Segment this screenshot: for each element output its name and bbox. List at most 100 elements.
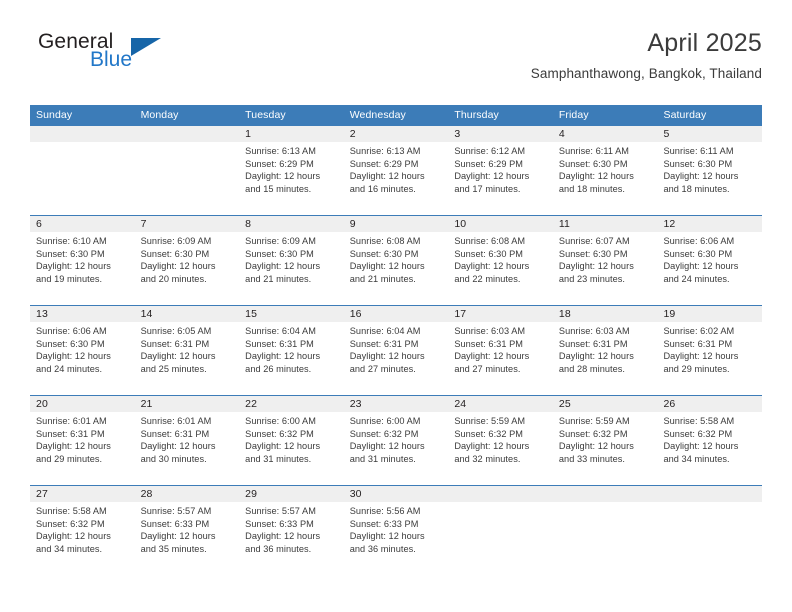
day-cell-21[interactable]: 21 Sunrise: 6:01 AM Sunset: 6:31 PM Dayligh… [134, 396, 240, 485]
day-detail-line: Sunrise: 6:04 AM [245, 326, 316, 336]
day-number [448, 486, 553, 502]
day-cell-23[interactable]: 23 Sunrise: 6:00 AM Sunset: 6:32 PM Dayligh… [343, 396, 449, 485]
day-cell-12[interactable]: 12 Sunrise: 6:06 AM Sunset: 6:30 PM Dayligh… [657, 216, 763, 305]
day-detail-line: Sunset: 6:33 PM [349, 518, 419, 529]
day-detail-line: Sunset: 6:32 PM [558, 428, 628, 439]
day-details: Sunrise: 6:08 AM Sunset: 6:30 PM Daylight:… [448, 232, 553, 285]
day-detail-line: Sunrise: 6:03 AM [454, 326, 526, 336]
day-detail-line: Sunset: 6:32 PM [663, 428, 733, 439]
day-cell-28[interactable]: 28 Sunrise: 5:57 AM Sunset: 6:33 PM Dayligh… [134, 486, 240, 575]
day-detail-line: Sunrise: 6:01 AM [36, 416, 107, 426]
day-detail-line: Sunset: 6:31 PM [245, 338, 314, 349]
day-cell-15[interactable]: 15 Sunrise: 6:04 AM Sunset: 6:31 PM Dayligh… [239, 306, 344, 395]
day-detail-line: Sunrise: 5:57 AM [140, 506, 212, 516]
day-detail-line: Sunrise: 6:06 AM [663, 236, 735, 246]
day-number: 6 [30, 216, 135, 232]
day-cell-8[interactable]: 8 Sunrise: 6:09 AM Sunset: 6:30 PM Daylight… [239, 216, 344, 305]
day-detail-line: Sunrise: 6:05 AM [140, 326, 212, 336]
day-cell-1[interactable]: 1 Sunrise: 6:13 AM Sunset: 6:29 PM Daylight… [239, 126, 344, 215]
day-details: Sunrise: 6:03 AM Sunset: 6:31 PM Daylight:… [553, 322, 658, 375]
day-cell-2[interactable]: 2 Sunrise: 6:13 AM Sunset: 6:29 PM Daylight… [343, 126, 449, 215]
day-detail-line: and 36 minutes. [349, 543, 416, 554]
calendar-weeks: 1 Sunrise: 6:13 AM Sunset: 6:29 PM Daylight… [30, 126, 763, 575]
day-detail-line: and 31 minutes. [245, 453, 312, 464]
day-details: Sunrise: 5:57 AM Sunset: 6:33 PM Daylight:… [135, 502, 240, 555]
day-detail-line: Sunset: 6:32 PM [349, 428, 419, 439]
brand-logo[interactable]: General Blue [30, 30, 230, 88]
day-details: Sunrise: 6:08 AM Sunset: 6:30 PM Daylight:… [344, 232, 449, 285]
day-cell-9[interactable]: 9 Sunrise: 6:08 AM Sunset: 6:30 PM Daylight… [343, 216, 449, 305]
day-detail-line: Sunrise: 5:56 AM [349, 506, 421, 516]
day-detail-line: and 36 minutes. [245, 543, 312, 554]
day-cell-6[interactable]: 6 Sunrise: 6:10 AM Sunset: 6:30 PM Daylight… [30, 216, 135, 305]
day-detail-line: and 27 minutes. [454, 363, 521, 374]
day-detail-line: Sunrise: 6:09 AM [140, 236, 212, 246]
day-detail-line: and 15 minutes. [245, 183, 312, 194]
day-cell-5[interactable]: 5 Sunrise: 6:11 AM Sunset: 6:30 PM Daylight… [657, 126, 763, 215]
day-cell-3[interactable]: 3 Sunrise: 6:12 AM Sunset: 6:29 PM Daylight… [448, 126, 553, 215]
day-detail-line: Daylight: 12 hours [36, 261, 111, 271]
day-cell-10[interactable]: 10 Sunrise: 6:08 AM Sunset: 6:30 PM Dayligh… [448, 216, 553, 305]
day-detail-line: Sunset: 6:29 PM [349, 158, 419, 169]
day-detail-line: Sunset: 6:31 PM [663, 338, 733, 349]
day-cell-18[interactable]: 18 Sunrise: 6:03 AM Sunset: 6:31 PM Dayligh… [552, 306, 658, 395]
day-number: 1 [239, 126, 344, 142]
day-detail-line: Daylight: 12 hours [140, 261, 216, 271]
day-cell-27[interactable]: 27 Sunrise: 5:58 AM Sunset: 6:32 PM Dayligh… [30, 486, 135, 575]
day-number: 19 [657, 306, 763, 322]
day-cell-30[interactable]: 30 Sunrise: 5:56 AM Sunset: 6:33 PM Dayligh… [343, 486, 449, 575]
weekday-header-thursday: Thursday [454, 109, 499, 121]
day-details: Sunrise: 5:58 AM Sunset: 6:32 PM Daylight:… [657, 412, 762, 465]
day-number: 27 [30, 486, 135, 502]
day-detail-line: Sunrise: 6:03 AM [558, 326, 630, 336]
day-detail-line: Sunrise: 5:58 AM [663, 416, 735, 426]
day-number: 20 [30, 396, 135, 412]
day-detail-line: Sunrise: 6:13 AM [349, 146, 421, 156]
day-cell-16[interactable]: 16 Sunrise: 6:04 AM Sunset: 6:31 PM Dayligh… [343, 306, 449, 395]
day-detail-line: Daylight: 12 hours [245, 531, 321, 541]
day-detail-line: Daylight: 12 hours [454, 261, 530, 271]
day-cell-13[interactable]: 13 Sunrise: 6:06 AM Sunset: 6:30 PM Dayligh… [30, 306, 135, 395]
day-details: Sunrise: 6:06 AM Sunset: 6:30 PM Daylight:… [30, 322, 135, 375]
day-detail-line: Daylight: 12 hours [558, 261, 634, 271]
day-number: 21 [134, 396, 240, 412]
day-cell-14[interactable]: 14 Sunrise: 6:05 AM Sunset: 6:31 PM Dayligh… [134, 306, 240, 395]
day-cell-17[interactable]: 17 Sunrise: 6:03 AM Sunset: 6:31 PM Dayligh… [448, 306, 553, 395]
day-cell-4[interactable]: 4 Sunrise: 6:11 AM Sunset: 6:30 PM Daylight… [552, 126, 658, 215]
day-detail-line: Daylight: 12 hours [558, 441, 634, 451]
day-cell-22[interactable]: 22 Sunrise: 6:00 AM Sunset: 6:32 PM Dayligh… [239, 396, 344, 485]
day-details: Sunrise: 6:09 AM Sunset: 6:30 PM Daylight:… [239, 232, 344, 285]
day-cell-19[interactable]: 19 Sunrise: 6:02 AM Sunset: 6:31 PM Dayligh… [657, 306, 763, 395]
day-cell-29[interactable]: 29 Sunrise: 5:57 AM Sunset: 6:33 PM Dayligh… [239, 486, 344, 575]
day-detail-line: Daylight: 12 hours [140, 441, 216, 451]
day-details: Sunrise: 6:10 AM Sunset: 6:30 PM Daylight:… [30, 232, 135, 285]
day-details: Sunrise: 5:59 AM Sunset: 6:32 PM Daylight:… [553, 412, 658, 465]
day-detail-line: Sunset: 6:31 PM [454, 338, 523, 349]
day-detail-line: Sunset: 6:29 PM [454, 158, 523, 169]
day-number [134, 126, 240, 142]
day-number: 30 [343, 486, 449, 502]
day-detail-line: Daylight: 12 hours [140, 531, 216, 541]
day-detail-line: Sunset: 6:31 PM [558, 338, 628, 349]
calendar-week-cells: 13 Sunrise: 6:06 AM Sunset: 6:30 PM Dayligh… [30, 306, 763, 395]
day-cell-25[interactable]: 25 Sunrise: 5:59 AM Sunset: 6:32 PM Dayligh… [552, 396, 658, 485]
day-cell-20[interactable]: 20 Sunrise: 6:01 AM Sunset: 6:31 PM Dayligh… [30, 396, 135, 485]
day-detail-line: Sunrise: 5:58 AM [36, 506, 107, 516]
day-detail-line: Sunrise: 6:11 AM [663, 146, 734, 156]
day-detail-line: Sunset: 6:30 PM [245, 248, 314, 259]
day-details: Sunrise: 6:09 AM Sunset: 6:30 PM Daylight:… [135, 232, 240, 285]
day-cell-7[interactable]: 7 Sunrise: 6:09 AM Sunset: 6:30 PM Daylight… [134, 216, 240, 305]
day-detail-line: and 25 minutes. [140, 363, 207, 374]
day-details: Sunrise: 6:02 AM Sunset: 6:31 PM Daylight:… [657, 322, 762, 375]
day-cell-24[interactable]: 24 Sunrise: 5:59 AM Sunset: 6:32 PM Dayligh… [448, 396, 553, 485]
day-detail-line: Sunset: 6:32 PM [454, 428, 523, 439]
calendar-week-cells: 27 Sunrise: 5:58 AM Sunset: 6:32 PM Dayligh… [30, 486, 763, 575]
day-detail-line: Sunset: 6:30 PM [36, 338, 105, 349]
calendar-week-row: 13 Sunrise: 6:06 AM Sunset: 6:30 PM Dayligh… [30, 305, 763, 395]
day-details: Sunrise: 5:57 AM Sunset: 6:33 PM Daylight:… [239, 502, 344, 555]
day-details: Sunrise: 6:06 AM Sunset: 6:30 PM Daylight:… [657, 232, 762, 285]
day-number: 13 [30, 306, 135, 322]
day-cell-11[interactable]: 11 Sunrise: 6:07 AM Sunset: 6:30 PM Dayligh… [552, 216, 658, 305]
weekday-header-tuesday: Tuesday [245, 109, 286, 121]
day-cell-26[interactable]: 26 Sunrise: 5:58 AM Sunset: 6:32 PM Dayligh… [657, 396, 763, 485]
